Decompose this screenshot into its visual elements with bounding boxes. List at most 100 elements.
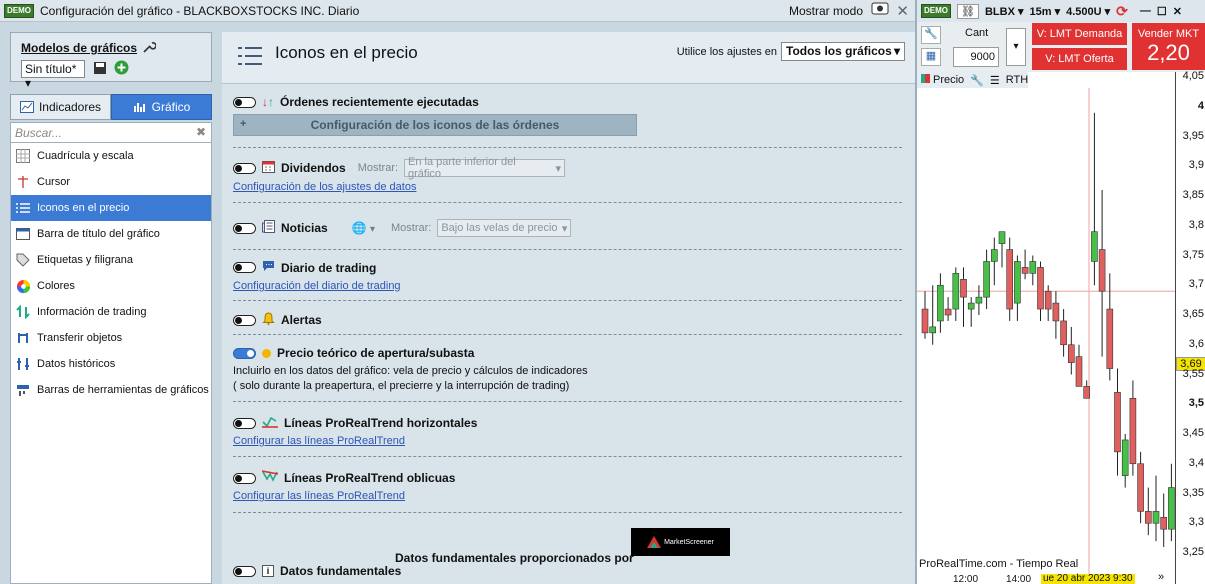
tab-indicators[interactable]: Indicadores bbox=[10, 94, 111, 120]
sidebar-item-trading-info[interactable]: Información de trading bbox=[11, 299, 211, 325]
search-input[interactable]: Buscar... ✖ bbox=[10, 122, 212, 143]
news-position-select[interactable]: Bajo las velas de precio ▾ bbox=[437, 219, 572, 237]
y-tick-label: 4,05 bbox=[1182, 70, 1204, 82]
candle-body bbox=[1006, 249, 1013, 310]
settings-list: Cuadrícula y escala Cursor Iconos en el … bbox=[10, 143, 212, 584]
symbol-select[interactable]: BLBX ▾ bbox=[985, 5, 1024, 18]
link-icon[interactable]: ⛓ bbox=[957, 3, 979, 19]
sidebar-item-price-icons[interactable]: Iconos en el precio bbox=[11, 195, 211, 221]
divider bbox=[233, 401, 902, 402]
wrench-icon[interactable]: 🔧 bbox=[921, 26, 941, 44]
sidebar-item-toolbars[interactable]: Barras de herramientas de gráficos bbox=[11, 377, 211, 403]
candle-body bbox=[1083, 386, 1090, 399]
orders-toggle[interactable] bbox=[233, 96, 256, 108]
price-axis: 3,69 4,05 4 3,95 3,9 3,85 3,8 3,75 3,7 3,65 3,6 3,… bbox=[1175, 70, 1205, 584]
add-icon[interactable] bbox=[114, 60, 129, 75]
y-tick-label: 3,65 bbox=[1182, 308, 1204, 320]
apply-settings-select[interactable]: Todos los gráficos ▾ bbox=[781, 42, 905, 61]
x-label: 12:00 bbox=[953, 574, 979, 584]
sidebar-item-colors[interactable]: Colores bbox=[11, 273, 211, 299]
wrench-small-icon[interactable]: 🔧 bbox=[970, 74, 984, 87]
prt-oblique-toggle[interactable] bbox=[233, 472, 256, 484]
quantity-input[interactable]: 9000 bbox=[953, 47, 999, 67]
prt-horizontal-row: Líneas ProRealTrend horizontales bbox=[233, 414, 477, 432]
candle-body bbox=[1052, 302, 1060, 322]
candle-body bbox=[1129, 397, 1137, 465]
tab-chart[interactable]: Gráfico bbox=[111, 94, 212, 120]
divider bbox=[233, 300, 902, 301]
eye-icon[interactable] bbox=[871, 2, 889, 18]
candle-body bbox=[1160, 516, 1167, 530]
y-tick-label: 3,8 bbox=[1188, 218, 1204, 231]
save-icon[interactable] bbox=[93, 61, 107, 75]
y-tick-label: 3,3 bbox=[1188, 516, 1204, 529]
candle-body bbox=[944, 308, 952, 316]
candle-body bbox=[921, 308, 929, 334]
wrench-icon[interactable] bbox=[142, 40, 156, 54]
demo-badge: DEMO bbox=[921, 4, 951, 18]
globe-icon[interactable]: 🌐 ▾ bbox=[352, 221, 375, 235]
chat-icon bbox=[262, 260, 275, 275]
sidebar-item-grid[interactable]: Cuadrícula y escala bbox=[11, 143, 211, 169]
candle-body bbox=[1145, 511, 1152, 524]
limit-bid-button[interactable]: V: LMT Demanda bbox=[1032, 23, 1127, 45]
candle-body bbox=[1060, 320, 1067, 346]
fundamentals-toggle[interactable] bbox=[233, 565, 256, 577]
price-chart[interactable] bbox=[917, 88, 1205, 584]
theoretical-price-toggle[interactable] bbox=[233, 347, 256, 359]
tab-rth[interactable]: RTH bbox=[1006, 74, 1028, 86]
journal-settings-link[interactable]: Configuración del diario de trading bbox=[233, 280, 401, 292]
journal-row: Diario de trading bbox=[233, 260, 376, 275]
y-tick-label: 3,45 bbox=[1182, 427, 1204, 439]
prt-oblique-link[interactable]: Configurar las líneas ProRealTrend bbox=[233, 490, 405, 502]
prt-oblique-row: Líneas ProRealTrend oblicuas bbox=[233, 469, 455, 487]
maximize-icon[interactable]: ☐ bbox=[1157, 5, 1167, 18]
interval-select[interactable]: 15m ▾ bbox=[1030, 5, 1061, 18]
chart-model-select[interactable]: Sin título* ▾ bbox=[21, 60, 85, 90]
trend-oblique-icon bbox=[261, 469, 279, 487]
clear-search-icon[interactable]: ✖ bbox=[196, 125, 206, 139]
sidebar-item-transfer[interactable]: Transferir objetos bbox=[11, 325, 211, 351]
sidebar-item-title-bar[interactable]: Barra de título del gráfico bbox=[11, 221, 211, 247]
dot-icon bbox=[262, 348, 271, 358]
units-select[interactable]: 4.500U ▾ bbox=[1066, 5, 1110, 18]
quantity-label: Cant bbox=[965, 27, 989, 39]
close-icon[interactable]: ✕ bbox=[896, 2, 909, 20]
prt-horizontal-toggle[interactable] bbox=[233, 417, 256, 429]
tab-price[interactable]: Precio bbox=[921, 74, 964, 86]
y-tick-label: 3,75 bbox=[1182, 248, 1204, 261]
y-tick-label: 3,85 bbox=[1182, 189, 1204, 201]
show-mode-label[interactable]: Mostrar modo bbox=[789, 4, 863, 18]
candle-body bbox=[952, 273, 960, 310]
sell-market-button[interactable]: Vender MKT 2,20 bbox=[1132, 23, 1205, 70]
sidebar-item-history[interactable]: Datos históricos bbox=[11, 351, 211, 377]
data-source-label: ProRealTime.com - Tiempo Real bbox=[919, 558, 1079, 570]
refresh-icon[interactable]: ⟳ bbox=[1116, 3, 1128, 20]
candle-body bbox=[1044, 290, 1052, 310]
minimize-icon[interactable]: — bbox=[1140, 5, 1151, 17]
journal-toggle[interactable] bbox=[233, 262, 256, 273]
keypad-icon[interactable]: ▦ bbox=[921, 48, 941, 66]
dividends-position-select[interactable]: En la parte inferior del gráfico ▾ bbox=[404, 156, 566, 180]
scroll-right-icon[interactable]: » bbox=[1158, 571, 1164, 583]
chart-models-box: Modelos de gráficos Sin título* ▾ bbox=[10, 32, 212, 90]
apply-settings-label: Utilice los ajustes en bbox=[676, 46, 777, 58]
sidebar-item-cursor[interactable]: Cursor bbox=[11, 169, 211, 195]
alerts-toggle[interactable] bbox=[233, 314, 256, 326]
y-tick-label: 3,4 bbox=[1188, 456, 1204, 469]
limit-ask-button[interactable]: V: LMT Oferta bbox=[1032, 48, 1127, 70]
orders-config-button[interactable]: + Configuración de los iconos de las órd… bbox=[233, 114, 637, 136]
window-icon bbox=[15, 226, 31, 242]
sidebar-item-labels[interactable]: Etiquetas y filigrana bbox=[11, 247, 211, 273]
color-wheel-icon bbox=[15, 278, 31, 294]
bell-icon bbox=[262, 312, 275, 328]
dividends-toggle[interactable] bbox=[233, 162, 256, 174]
quantity-dropdown[interactable]: ▾ bbox=[1006, 28, 1026, 66]
list-small-icon[interactable]: ☰ bbox=[990, 74, 1000, 87]
y-tick-label: 3,55 bbox=[1182, 367, 1204, 380]
close-chart-icon[interactable]: ✕ bbox=[1173, 5, 1182, 18]
prt-horizontal-link[interactable]: Configurar las líneas ProRealTrend bbox=[233, 435, 405, 447]
news-toggle[interactable] bbox=[233, 222, 256, 234]
data-settings-link[interactable]: Configuración de los ajustes de datos bbox=[233, 181, 416, 193]
candle-body bbox=[991, 249, 998, 262]
